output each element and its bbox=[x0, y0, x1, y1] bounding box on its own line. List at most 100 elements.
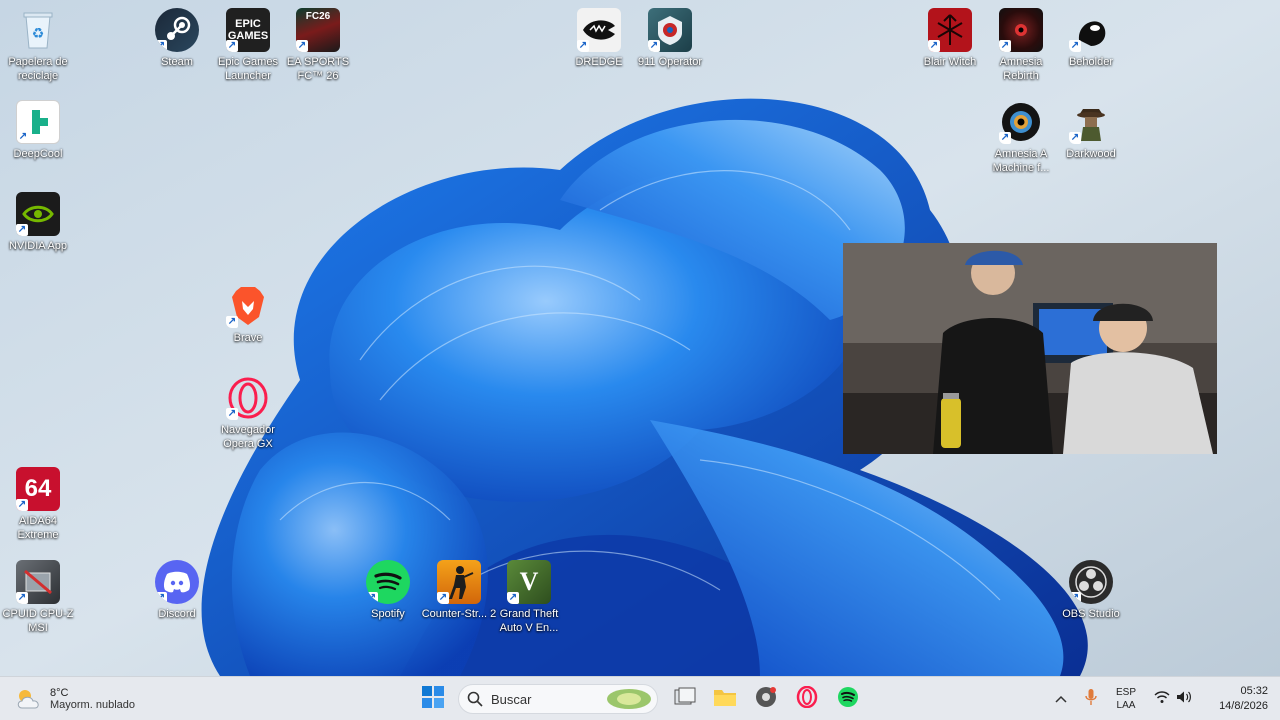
amnesia-machine-icon: ↗ bbox=[999, 100, 1043, 144]
desktop-icon-label: DREDGE bbox=[575, 56, 623, 68]
desktop-icon-gta-v[interactable]: V ↗ Grand Theft Auto V En... bbox=[491, 560, 567, 635]
gta-v-icon-text: V bbox=[519, 567, 539, 596]
desktop-icon-label: Blair Witch bbox=[923, 56, 977, 68]
search-highlight-icon bbox=[605, 687, 653, 711]
desktop-icon-cpuz[interactable]: ↗ CPUID CPU-Z MSI bbox=[0, 560, 76, 635]
windows-start-icon bbox=[422, 685, 444, 713]
deepcool-icon: ↗ bbox=[16, 100, 60, 144]
search-placeholder: Buscar bbox=[491, 691, 532, 707]
task-view-icon bbox=[674, 687, 696, 712]
desktop-icon-label: Beholder bbox=[1068, 56, 1114, 68]
desktop-icon-deepcool[interactable]: ↗ DeepCool bbox=[0, 100, 76, 161]
search-box[interactable]: Buscar bbox=[458, 684, 658, 714]
file-explorer-button[interactable] bbox=[710, 683, 740, 715]
desktop-icon-label: DeepCool bbox=[13, 148, 63, 160]
desktop-icon-label: Steam bbox=[161, 56, 193, 68]
desktop-icon-label: Papelera de reciclaje bbox=[8, 56, 68, 82]
language-bottom: LAA bbox=[1116, 700, 1136, 711]
desktop-icon-label: Discord bbox=[158, 608, 196, 620]
epic-games-icon-text: EPIC GAMES bbox=[227, 18, 269, 42]
desktop-icon-discord[interactable]: ↗ Discord bbox=[139, 560, 215, 621]
obs-icon: ↗ bbox=[1069, 560, 1113, 604]
steam-icon: ↗ bbox=[155, 8, 199, 52]
microphone-icon bbox=[1085, 688, 1097, 711]
microphone-button[interactable] bbox=[1080, 683, 1102, 715]
network-button[interactable] bbox=[1151, 683, 1173, 715]
search-icon bbox=[467, 691, 483, 707]
desktop-icon-label: EA SPORTS FC™ 26 bbox=[286, 56, 350, 82]
opera-gx-icon bbox=[796, 685, 818, 713]
taskbar: 8°C Mayorm. nublado Buscar ESP LAA 05:32… bbox=[0, 676, 1280, 720]
desktop-icon-label: Navegador Opera GX bbox=[221, 424, 275, 450]
counter-strike-icon: ↗ bbox=[437, 560, 481, 604]
spotify-taskbar-button[interactable] bbox=[833, 683, 863, 715]
desktop-icon-label: CPUID CPU-Z MSI bbox=[2, 608, 74, 634]
epic-games-icon: EPIC GAMES ↗ bbox=[226, 8, 270, 52]
desktop-icon-spotify[interactable]: ↗ Spotify bbox=[350, 560, 426, 621]
task-view-button[interactable] bbox=[670, 683, 700, 715]
webcam-scene bbox=[843, 243, 1217, 454]
weather-widget[interactable]: 8°C Mayorm. nublado bbox=[14, 683, 154, 715]
volume-button[interactable] bbox=[1173, 683, 1195, 715]
desktop-icon-amnesia-machine[interactable]: ↗ Amnesia A Machine f... bbox=[983, 100, 1059, 175]
desktop-icon-label: Grand Theft Auto V En... bbox=[499, 608, 559, 634]
beholder-icon: ↗ bbox=[1069, 8, 1113, 52]
svg-text:♻: ♻ bbox=[32, 26, 45, 42]
desktop-icon-label: OBS Studio bbox=[1062, 608, 1120, 620]
desktop-icon-label: Counter-Str... 2 bbox=[421, 608, 497, 620]
opera-gx-taskbar-button[interactable] bbox=[792, 683, 822, 715]
desktop-icon-label: NVIDIA App bbox=[8, 240, 68, 252]
language-top: ESP bbox=[1115, 687, 1136, 698]
language-indicator[interactable]: ESP LAA bbox=[1110, 683, 1142, 715]
desktop-icon-ea-fc26[interactable]: FC26 ↗ EA SPORTS FC™ 26 bbox=[280, 8, 356, 83]
discord-icon: ↗ bbox=[155, 560, 199, 604]
desktop-icon-darkwood[interactable]: ↗ Darkwood bbox=[1053, 100, 1129, 161]
recycle-bin-icon: ♻ bbox=[16, 8, 60, 52]
desktop-icon-recycle-bin[interactable]: ♻ Papelera de reciclaje bbox=[0, 8, 76, 83]
cloud-sun-icon bbox=[14, 686, 44, 712]
desktop-icon-brave[interactable]: ↗ Brave bbox=[210, 284, 286, 345]
weather-condition: Mayorm. nublado bbox=[50, 699, 135, 711]
911-operator-icon: ↗ bbox=[648, 8, 692, 52]
spotify-icon: ↗ bbox=[366, 560, 410, 604]
aida64-icon: 64 ↗ bbox=[16, 467, 60, 511]
gta-v-icon: V ↗ bbox=[507, 560, 551, 604]
desktop-icon-counter-strike[interactable]: ↗ Counter-Str... 2 bbox=[421, 560, 497, 621]
desktop-icon-label: 911 Operator bbox=[637, 56, 702, 68]
desktop-icon-amnesia-rebirth[interactable]: ↗ Amnesia Rebirth bbox=[983, 8, 1059, 83]
wifi-icon bbox=[1154, 690, 1170, 709]
desktop-icon-opera-gx[interactable]: ↗ Navegador Opera GX bbox=[210, 376, 286, 451]
desktop-icon-911-operator[interactable]: ↗ 911 Operator bbox=[632, 8, 708, 69]
darkwood-icon: ↗ bbox=[1069, 100, 1113, 144]
desktop-icon-label: Darkwood bbox=[1066, 148, 1116, 160]
spotify-icon bbox=[837, 686, 859, 713]
desktop[interactable]: ♻ Papelera de reciclaje ↗ DeepCool ↗ NVI… bbox=[0, 0, 1280, 676]
aida64-icon-text: 64 bbox=[24, 475, 52, 502]
dredge-icon: ↗ bbox=[577, 8, 621, 52]
cpuz-icon: ↗ bbox=[16, 560, 60, 604]
ea-fc26-icon-text: FC26 bbox=[305, 11, 331, 22]
desktop-icon-epic-games[interactable]: EPIC GAMES ↗ Epic Games Launcher bbox=[210, 8, 286, 83]
desktop-icon-nvidia[interactable]: ↗ NVIDIA App bbox=[0, 192, 76, 253]
file-explorer-icon bbox=[713, 687, 737, 712]
clock[interactable]: 05:32 14/8/2026 bbox=[1200, 683, 1268, 715]
volume-icon bbox=[1176, 690, 1192, 709]
desktop-icon-label: Epic Games Launcher bbox=[218, 56, 278, 82]
desktop-icon-aida64[interactable]: 64 ↗ AIDA64 Extreme bbox=[0, 467, 76, 542]
desktop-icon-obs[interactable]: ↗ OBS Studio bbox=[1053, 560, 1129, 621]
ea-fc26-icon: FC26 ↗ bbox=[296, 8, 340, 52]
blair-witch-icon: ↗ bbox=[928, 8, 972, 52]
desktop-icon-dredge[interactable]: ↗ DREDGE bbox=[561, 8, 637, 69]
weather-temp: 8°C bbox=[50, 687, 69, 699]
clock-time: 05:32 bbox=[1240, 685, 1268, 697]
nvidia-icon: ↗ bbox=[16, 192, 60, 236]
start-button[interactable] bbox=[418, 683, 448, 715]
desktop-icon-steam[interactable]: ↗ Steam bbox=[139, 8, 215, 69]
desktop-icon-blair-witch[interactable]: ↗ Blair Witch bbox=[912, 8, 988, 69]
chrome-icon bbox=[755, 686, 777, 713]
chrome-button[interactable] bbox=[751, 683, 781, 715]
amnesia-rebirth-icon: ↗ bbox=[999, 8, 1043, 52]
desktop-icon-beholder[interactable]: ↗ Beholder bbox=[1053, 8, 1129, 69]
show-hidden-icons-button[interactable] bbox=[1050, 683, 1072, 715]
desktop-icon-label: AIDA64 Extreme bbox=[17, 515, 59, 541]
